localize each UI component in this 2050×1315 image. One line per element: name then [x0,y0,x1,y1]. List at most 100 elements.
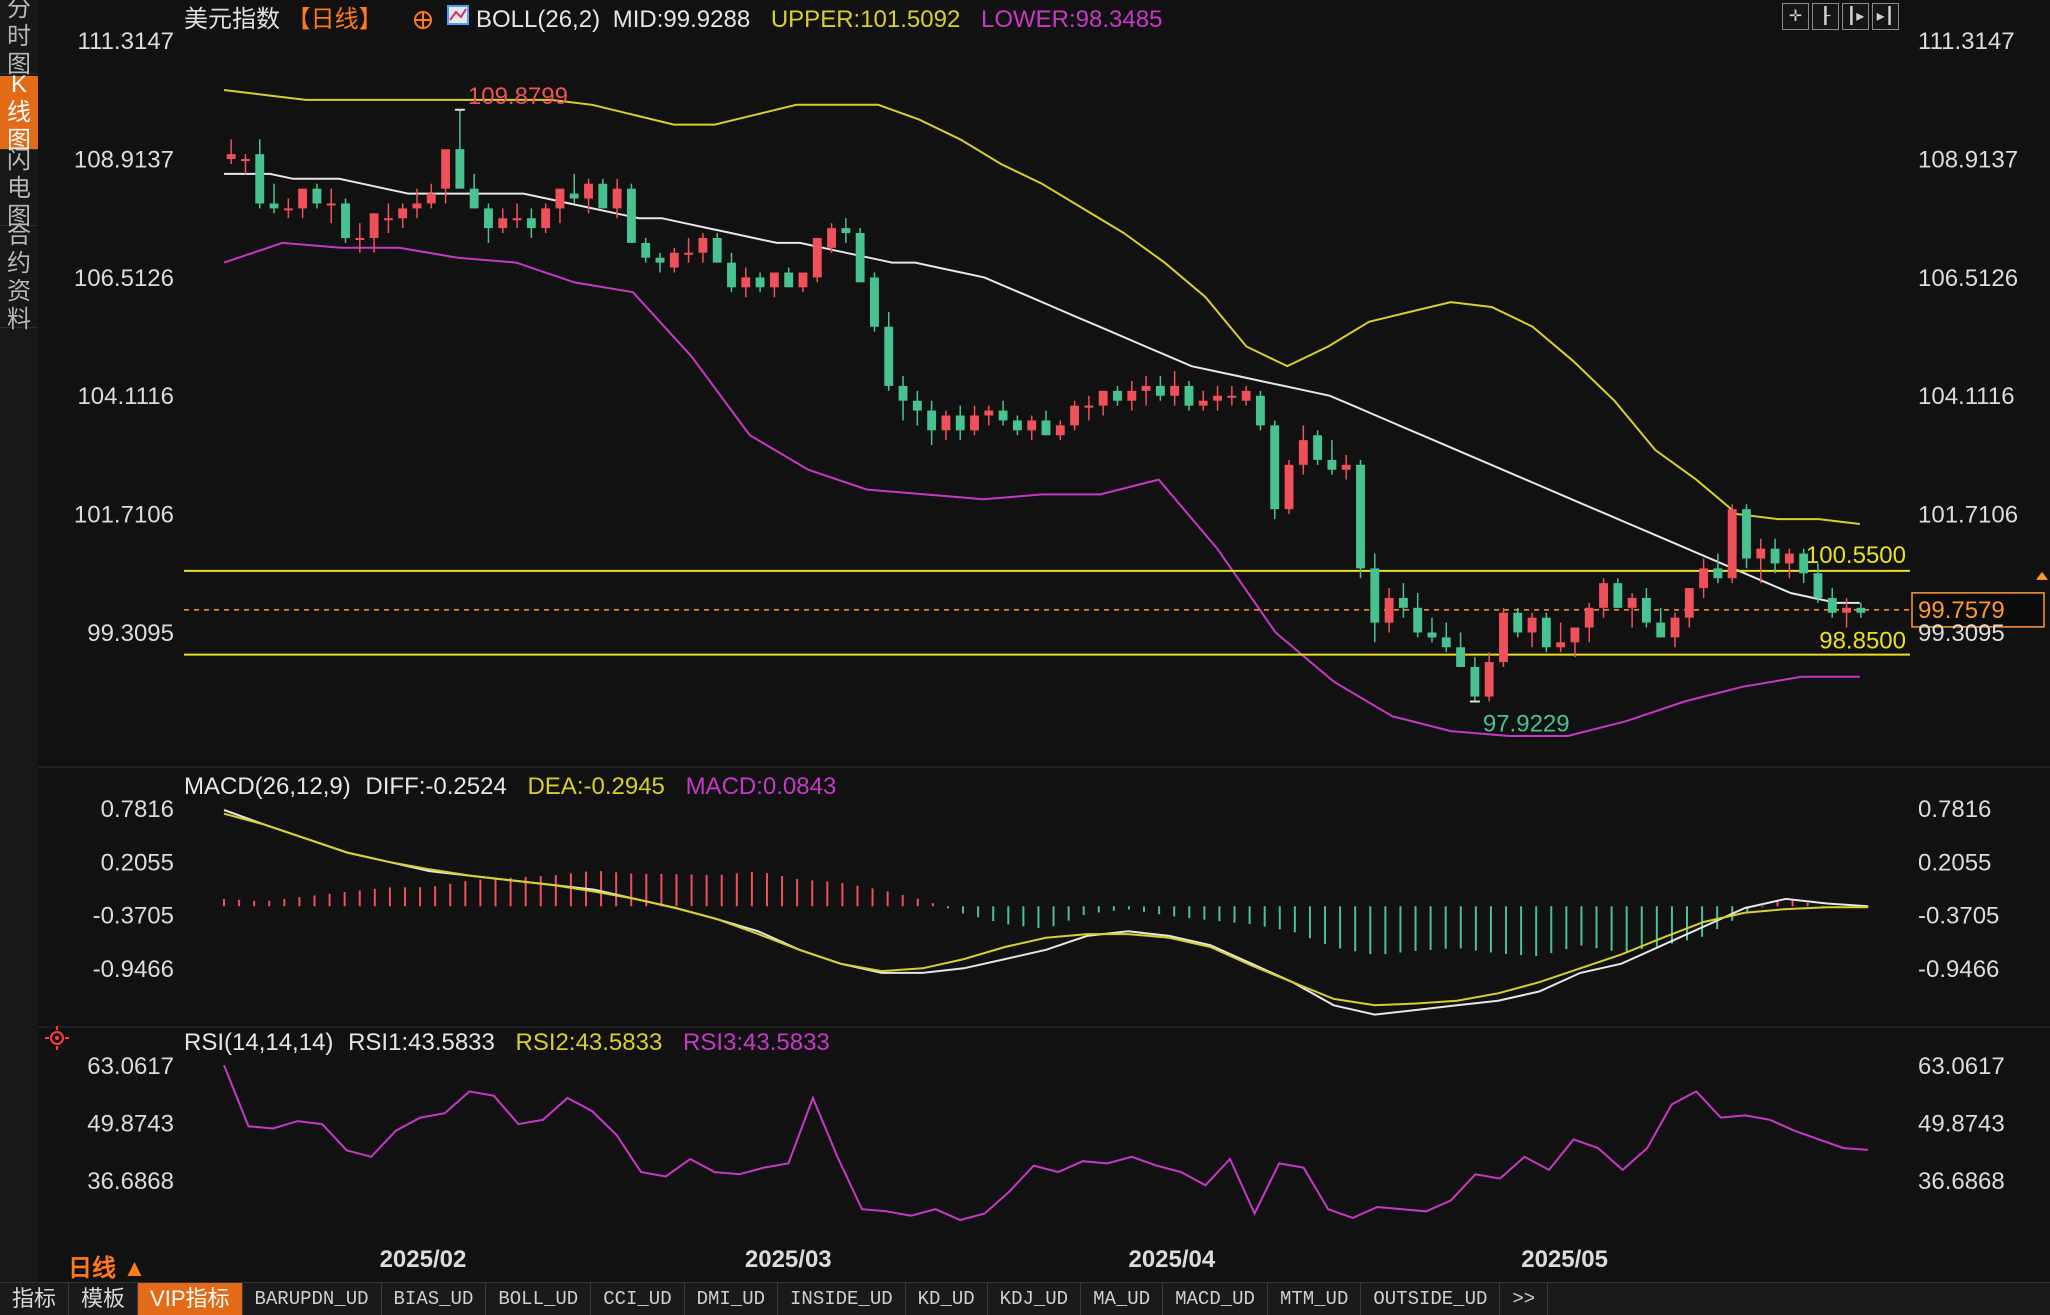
candle [626,183,636,243]
date-tick: 2025/04 [1128,1246,1215,1273]
crosshair-icon[interactable]: ✛ [1782,3,1809,30]
date-tick: 2025/02 [380,1246,467,1273]
indicator-tab-14[interactable]: OUTSIDE_UD [1361,1283,1501,1315]
price-tick-right: 108.9137 [1918,146,2018,173]
macd-tick-left: -0.9466 [93,956,174,983]
indicator-tab-2[interactable]: VIP指标 [138,1283,243,1315]
rail-tab-char: 约 [7,249,31,277]
date-tick: 2025/05 [1521,1246,1608,1273]
rsi3-value: RSI3:43.5833 [683,1029,830,1056]
macd-label: MACD(26,12,9) [184,773,351,800]
indicator-tab-10[interactable]: KDJ_UD [988,1283,1082,1315]
rsi1-value: RSI1:43.5833 [348,1029,495,1056]
boll-upper: UPPER:101.5092 [771,6,960,33]
candle [1313,430,1323,465]
indicator-tab-bar: 指标 模板 VIP指标 BARUPDN_UD BIAS_UD BOLL_UD CCI_UD D… [0,1282,2050,1315]
price-tick-right: 104.1116 [1918,383,2015,410]
hline-upper-label: 100.5500 [1806,542,1906,569]
rail-tab-flash[interactable]: 闪 电 图 [0,147,38,230]
price-tick-left: 111.3147 [77,28,174,55]
rail-tab-kline[interactable]: K 线 图 [0,71,38,154]
indicator-tab-3[interactable]: BARUPDN_UD [243,1283,382,1315]
hline-lower-label: 98.8500 [1819,628,1906,655]
rail-tab-char: 分 [7,0,31,22]
price-tick-left: 99.3095 [87,620,174,647]
low-label: 97.9229 [1483,711,1570,738]
candle [1541,612,1551,653]
indicator-tab-13[interactable]: MTM_UD [1268,1283,1362,1315]
candle-end-icon[interactable]: ▸┃ [1872,3,1899,30]
rail-tab-char: 料 [7,305,31,333]
macd-dea: DEA:-0.2945 [527,773,664,800]
macd-value: MACD:0.0843 [686,773,837,800]
rail-tab-char: 闪 [7,146,31,174]
macd-tick-right: 0.2055 [1918,849,1991,876]
candle [1270,420,1280,520]
boll-legend: BOLL(26,2) MID:99.9288 UPPER:101.5092 LO… [476,6,1162,33]
macd-tick-left: 0.2055 [101,849,174,876]
candle [1727,504,1737,584]
candle [341,198,350,243]
period-toggle[interactable]: 日线 ▲ [68,1248,146,1283]
indicator-tab-9[interactable]: KD_UD [906,1283,988,1315]
rsi-tick-right: 36.6868 [1918,1168,2005,1195]
rsi-label: RSI(14,14,14) [184,1029,333,1056]
boll-lower: LOWER:98.3485 [981,6,1162,33]
macd-tick-left: 0.7816 [101,796,174,823]
kline-chart-window: 分 时 图 K 线 图 闪 电 图 合 约 资 料 100.5500 98.850… [0,0,2050,1315]
macd-diff: DIFF:-0.2524 [365,773,506,800]
rsi-tick-left: 49.8743 [87,1110,174,1137]
rail-tab-char: K [10,70,27,98]
indicator-tab-15[interactable]: >> [1500,1283,1549,1315]
high-label: 109.8799 [468,83,568,110]
macd-tick-right: -0.3705 [1918,903,1999,930]
boll-mid: MID:99.9288 [613,6,750,33]
candle-right-icon[interactable]: ┃▸ [1842,3,1869,30]
price-tick-right: 101.7106 [1918,502,2018,529]
price-tick-left: 104.1116 [77,383,174,410]
price-tick-right: 111.3147 [1918,28,2015,55]
candle [855,228,865,283]
indicator-tab-5[interactable]: BOLL_UD [486,1283,592,1315]
candle [1356,459,1365,579]
indicator-tab-0[interactable]: 指标 [0,1283,70,1315]
instrument-name: 美元指数 [184,6,280,33]
indicator-tab-12[interactable]: MACD_UD [1163,1283,1268,1315]
left-view-rail: 分 时 图 K 线 图 闪 电 图 合 约 资 料 [0,0,39,1282]
price-chart[interactable]: 100.550098.850099.7579 109.879997.9229 1… [38,0,2050,1282]
rail-tab-contract-info[interactable]: 合 约 资 料 [0,222,38,333]
candle [812,237,822,283]
price-tick-right: 106.5126 [1918,265,2018,292]
period-tag: 【日线】 [287,6,383,33]
price-tick-left: 106.5126 [74,265,174,292]
rail-tab-timeshare[interactable]: 分 时 图 [0,0,38,78]
indicator-tab-8[interactable]: INSIDE_UD [778,1283,906,1315]
candle [1284,459,1294,515]
indicator-tab-11[interactable]: MA_UD [1081,1283,1164,1315]
rsi-tick-left: 36.6868 [87,1168,174,1195]
rail-tab-char: 资 [7,277,31,305]
indicator-tab-6[interactable]: CCI_UD [591,1283,685,1315]
macd-tick-right: 0.7816 [1918,796,1991,823]
boll-label: BOLL(26,2) [476,6,600,33]
price-tick-left: 108.9137 [74,146,174,173]
candle [1499,607,1508,667]
candle-left-icon[interactable]: ┠ [1812,3,1839,30]
rail-tab-char: 时 [7,22,31,50]
price-tick-right: 99.3095 [1918,620,2005,647]
rsi2-value: RSI2:43.5833 [516,1029,663,1056]
date-tick: 2025/03 [745,1246,832,1273]
candle [870,272,879,332]
indicator-tab-7[interactable]: DMI_UD [685,1283,779,1315]
indicator-tab-1[interactable]: 模板 [69,1283,139,1315]
macd-tick-left: -0.3705 [93,903,174,930]
rail-tab-char: 合 [7,221,31,249]
rail-tab-char: 线 [7,98,31,126]
macd-legend: MACD(26,12,9) DIFF:-0.2524 DEA:-0.2945 M… [184,773,836,800]
header-legend: 美元指数 【日线】 [184,6,383,33]
rsi-tick-right: 63.0617 [1918,1053,2005,1080]
indicator-tab-4[interactable]: BIAS_UD [382,1283,487,1315]
candle [1256,390,1265,431]
rsi-tick-left: 63.0617 [87,1053,174,1080]
price-tick-left: 101.7106 [74,502,174,529]
